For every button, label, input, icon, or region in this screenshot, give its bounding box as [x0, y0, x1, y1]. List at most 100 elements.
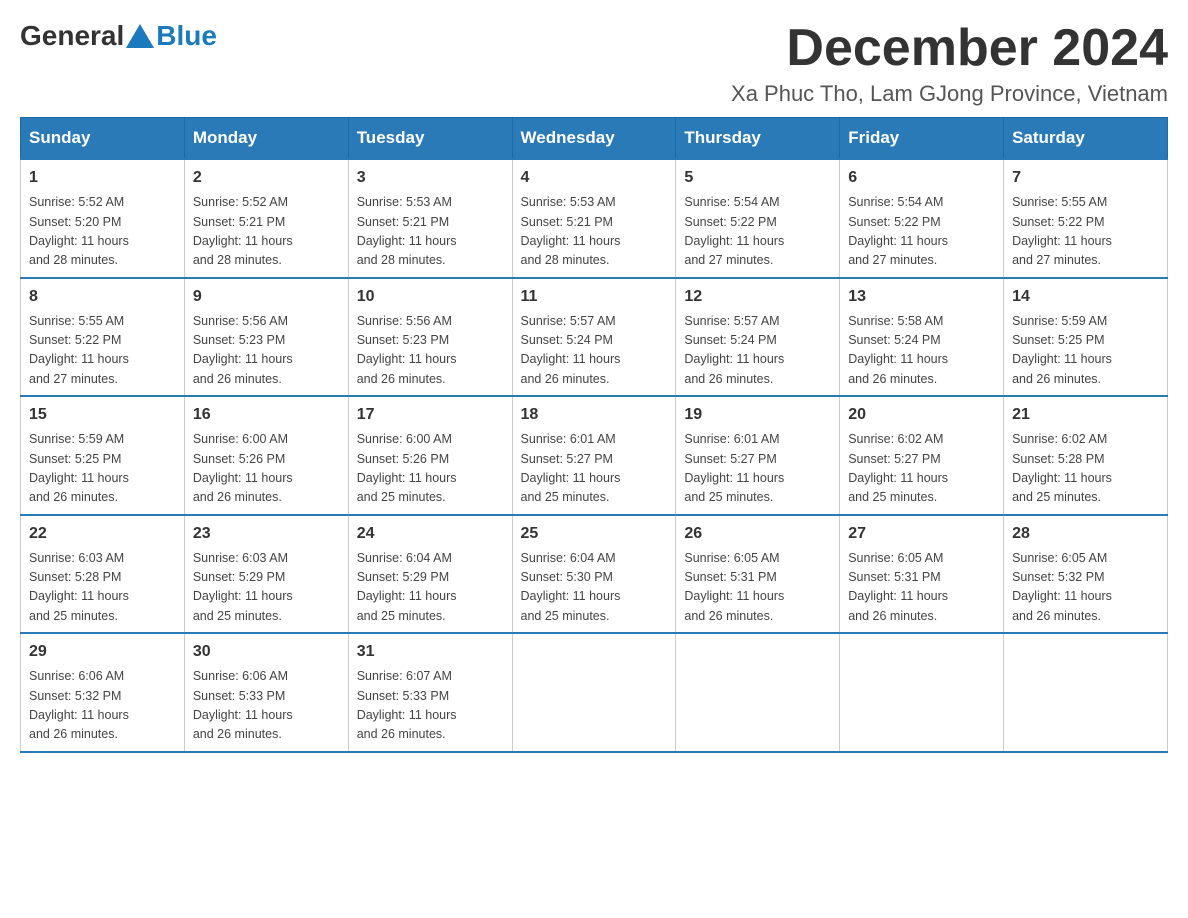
calendar-cell: 21 Sunrise: 6:02 AM Sunset: 5:28 PM Dayli… [1004, 396, 1168, 515]
calendar-body: 1 Sunrise: 5:52 AM Sunset: 5:20 PM Daylig… [21, 159, 1168, 752]
calendar-header-monday: Monday [184, 118, 348, 160]
calendar-cell: 6 Sunrise: 5:54 AM Sunset: 5:22 PM Daylig… [840, 159, 1004, 278]
day-info: Sunrise: 6:00 AM Sunset: 5:26 PM Dayligh… [357, 430, 504, 508]
calendar-cell: 24 Sunrise: 6:04 AM Sunset: 5:29 PM Dayli… [348, 515, 512, 634]
day-info: Sunrise: 5:55 AM Sunset: 5:22 PM Dayligh… [1012, 193, 1159, 271]
day-info: Sunrise: 6:06 AM Sunset: 5:32 PM Dayligh… [29, 667, 176, 745]
calendar-cell: 30Sunrise: 6:06 AM Sunset: 5:33 PM Dayli… [184, 633, 348, 752]
day-info: Sunrise: 6:03 AM Sunset: 5:28 PM Dayligh… [29, 549, 176, 627]
calendar-cell [840, 633, 1004, 752]
calendar-cell: 31Sunrise: 6:07 AM Sunset: 5:33 PM Dayli… [348, 633, 512, 752]
calendar-cell: 26 Sunrise: 6:05 AM Sunset: 5:31 PM Dayli… [676, 515, 840, 634]
calendar-week-row: 29 Sunrise: 6:06 AM Sunset: 5:32 PM Dayli… [21, 633, 1168, 752]
day-number: 27 [848, 522, 995, 546]
calendar-cell: 20 Sunrise: 6:02 AM Sunset: 5:27 PM Dayli… [840, 396, 1004, 515]
day-number: 4 [521, 166, 668, 190]
day-number: 24 [357, 522, 504, 546]
day-number: 16 [193, 403, 340, 427]
day-info: Sunrise: 5:57 AM Sunset: 5:24 PM Dayligh… [684, 312, 831, 390]
day-number: 28 [1012, 522, 1159, 546]
day-info: Sunrise: 5:53 AM Sunset: 5:21 PM Dayligh… [521, 193, 668, 271]
day-info: Sunrise: 6:02 AM Sunset: 5:27 PM Dayligh… [848, 430, 995, 508]
page-header: General Blue December 2024 Xa Phuc Tho, … [20, 20, 1168, 107]
calendar-cell: 27Sunrise: 6:05 AM Sunset: 5:31 PM Dayli… [840, 515, 1004, 634]
calendar-cell: 17 Sunrise: 6:00 AM Sunset: 5:26 PM Dayli… [348, 396, 512, 515]
calendar-cell: 4 Sunrise: 5:53 AM Sunset: 5:21 PM Daylig… [512, 159, 676, 278]
calendar-cell [1004, 633, 1168, 752]
day-number: 30 [193, 640, 340, 664]
day-info: Sunrise: 5:59 AM Sunset: 5:25 PM Dayligh… [1012, 312, 1159, 390]
day-number: 7 [1012, 166, 1159, 190]
day-number: 9 [193, 285, 340, 309]
day-number: 10 [357, 285, 504, 309]
calendar-header-wednesday: Wednesday [512, 118, 676, 160]
day-info: Sunrise: 5:54 AM Sunset: 5:22 PM Dayligh… [848, 193, 995, 271]
day-info: Sunrise: 5:58 AM Sunset: 5:24 PM Dayligh… [848, 312, 995, 390]
day-info: Sunrise: 5:53 AM Sunset: 5:21 PM Dayligh… [357, 193, 504, 271]
day-number: 11 [521, 285, 668, 309]
calendar-cell: 18Sunrise: 6:01 AM Sunset: 5:27 PM Dayli… [512, 396, 676, 515]
calendar-cell: 8 Sunrise: 5:55 AM Sunset: 5:22 PM Daylig… [21, 278, 185, 397]
day-number: 31 [357, 640, 504, 664]
calendar-table: SundayMondayTuesdayWednesdayThursdayFrid… [20, 117, 1168, 753]
calendar-cell: 9 Sunrise: 5:56 AM Sunset: 5:23 PM Daylig… [184, 278, 348, 397]
calendar-cell: 22 Sunrise: 6:03 AM Sunset: 5:28 PM Dayli… [21, 515, 185, 634]
calendar-cell: 7 Sunrise: 5:55 AM Sunset: 5:22 PM Daylig… [1004, 159, 1168, 278]
logo-general-text: General [20, 20, 124, 52]
logo: General Blue [20, 20, 217, 52]
day-number: 6 [848, 166, 995, 190]
day-number: 14 [1012, 285, 1159, 309]
day-number: 5 [684, 166, 831, 190]
day-number: 23 [193, 522, 340, 546]
calendar-cell: 3 Sunrise: 5:53 AM Sunset: 5:21 PM Daylig… [348, 159, 512, 278]
calendar-title-area: December 2024 Xa Phuc Tho, Lam GJong Pro… [731, 20, 1168, 107]
day-number: 1 [29, 166, 176, 190]
day-info: Sunrise: 6:04 AM Sunset: 5:29 PM Dayligh… [357, 549, 504, 627]
day-info: Sunrise: 6:02 AM Sunset: 5:28 PM Dayligh… [1012, 430, 1159, 508]
day-number: 29 [29, 640, 176, 664]
day-number: 13 [848, 285, 995, 309]
day-info: Sunrise: 6:05 AM Sunset: 5:31 PM Dayligh… [684, 549, 831, 627]
calendar-cell: 5 Sunrise: 5:54 AM Sunset: 5:22 PM Daylig… [676, 159, 840, 278]
day-info: Sunrise: 5:56 AM Sunset: 5:23 PM Dayligh… [193, 312, 340, 390]
day-number: 15 [29, 403, 176, 427]
day-number: 8 [29, 285, 176, 309]
day-info: Sunrise: 5:52 AM Sunset: 5:20 PM Dayligh… [29, 193, 176, 271]
day-info: Sunrise: 6:01 AM Sunset: 5:27 PM Dayligh… [684, 430, 831, 508]
day-number: 2 [193, 166, 340, 190]
calendar-cell: 25 Sunrise: 6:04 AM Sunset: 5:30 PM Dayli… [512, 515, 676, 634]
day-info: Sunrise: 6:04 AM Sunset: 5:30 PM Dayligh… [521, 549, 668, 627]
day-info: Sunrise: 5:57 AM Sunset: 5:24 PM Dayligh… [521, 312, 668, 390]
day-number: 21 [1012, 403, 1159, 427]
calendar-cell: 11 Sunrise: 5:57 AM Sunset: 5:24 PM Dayli… [512, 278, 676, 397]
day-number: 18 [521, 403, 668, 427]
day-info: Sunrise: 6:00 AM Sunset: 5:26 PM Dayligh… [193, 430, 340, 508]
calendar-week-row: 8 Sunrise: 5:55 AM Sunset: 5:22 PM Daylig… [21, 278, 1168, 397]
logo-triangle-icon [126, 24, 154, 48]
calendar-header-thursday: Thursday [676, 118, 840, 160]
logo-blue-text: Blue [156, 20, 217, 52]
calendar-cell: 10 Sunrise: 5:56 AM Sunset: 5:23 PM Dayli… [348, 278, 512, 397]
calendar-cell: 12Sunrise: 5:57 AM Sunset: 5:24 PM Dayli… [676, 278, 840, 397]
day-number: 20 [848, 403, 995, 427]
calendar-cell [676, 633, 840, 752]
calendar-cell: 2 Sunrise: 5:52 AM Sunset: 5:21 PM Daylig… [184, 159, 348, 278]
day-number: 26 [684, 522, 831, 546]
day-number: 22 [29, 522, 176, 546]
day-info: Sunrise: 6:05 AM Sunset: 5:32 PM Dayligh… [1012, 549, 1159, 627]
day-info: Sunrise: 5:54 AM Sunset: 5:22 PM Dayligh… [684, 193, 831, 271]
calendar-cell: 28 Sunrise: 6:05 AM Sunset: 5:32 PM Dayli… [1004, 515, 1168, 634]
calendar-cell: 15Sunrise: 5:59 AM Sunset: 5:25 PM Dayli… [21, 396, 185, 515]
day-number: 3 [357, 166, 504, 190]
day-info: Sunrise: 5:52 AM Sunset: 5:21 PM Dayligh… [193, 193, 340, 271]
calendar-cell: 29 Sunrise: 6:06 AM Sunset: 5:32 PM Dayli… [21, 633, 185, 752]
day-number: 25 [521, 522, 668, 546]
day-info: Sunrise: 6:03 AM Sunset: 5:29 PM Dayligh… [193, 549, 340, 627]
day-number: 17 [357, 403, 504, 427]
calendar-week-row: 1 Sunrise: 5:52 AM Sunset: 5:20 PM Daylig… [21, 159, 1168, 278]
calendar-header-friday: Friday [840, 118, 1004, 160]
day-info: Sunrise: 5:55 AM Sunset: 5:22 PM Dayligh… [29, 312, 176, 390]
day-info: Sunrise: 5:56 AM Sunset: 5:23 PM Dayligh… [357, 312, 504, 390]
calendar-cell: 14 Sunrise: 5:59 AM Sunset: 5:25 PM Dayli… [1004, 278, 1168, 397]
calendar-week-row: 22 Sunrise: 6:03 AM Sunset: 5:28 PM Dayli… [21, 515, 1168, 634]
